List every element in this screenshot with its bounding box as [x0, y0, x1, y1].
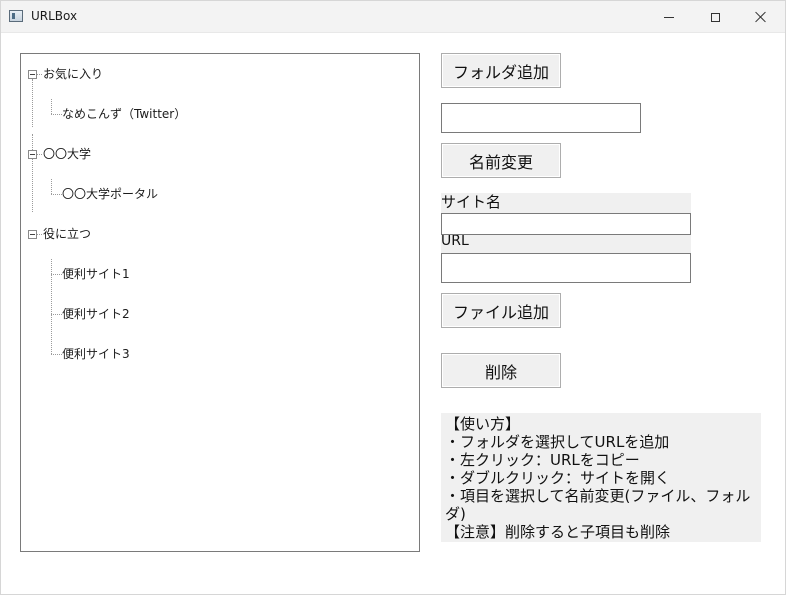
tree-connector: [51, 114, 62, 115]
window-title: URLBox: [31, 9, 78, 23]
tree-item-useful-site-2[interactable]: 便利サイト2: [62, 307, 130, 321]
site-name-input[interactable]: [441, 213, 691, 235]
rename-button[interactable]: 名前変更: [441, 143, 561, 178]
help-warning-delete: 【注意】削除すると子項目も削除: [445, 523, 671, 541]
tree-item-useful-site-1[interactable]: 便利サイト1: [62, 267, 130, 281]
maximize-icon: [710, 12, 720, 22]
minimize-icon: [664, 16, 674, 18]
collapse-icon[interactable]: [28, 70, 37, 79]
tree-connector: [51, 274, 62, 275]
tree-folder-favorites[interactable]: お気に入り: [43, 67, 103, 81]
delete-button[interactable]: 削除: [441, 353, 561, 388]
tree-connector: [32, 134, 33, 212]
tree-connector: [37, 154, 42, 155]
tree-folder-useful[interactable]: 役に立つ: [43, 227, 91, 241]
tree-connector: [32, 79, 33, 127]
add-folder-button[interactable]: フォルダ追加: [441, 53, 561, 88]
tree-connector: [51, 194, 62, 195]
tree-connector: [51, 179, 52, 194]
url-label: URL: [441, 235, 691, 253]
tree-connector: [51, 354, 62, 355]
minimize-button[interactable]: [646, 1, 692, 33]
close-button[interactable]: [738, 1, 784, 33]
tree-folder-university[interactable]: 〇〇大学: [43, 147, 91, 161]
help-text-panel: 【使い方】 ・フォルダを選択してURLを追加 ・左クリック：URLをコピー ・ダ…: [441, 413, 761, 542]
url-input[interactable]: [441, 253, 691, 283]
rename-input[interactable]: [441, 103, 641, 133]
tree-connector: [51, 99, 52, 114]
tree-item-useful-site-3[interactable]: 便利サイト3: [62, 347, 130, 361]
tree-item-university-portal[interactable]: 〇〇大学ポータル: [62, 187, 158, 201]
collapse-icon[interactable]: [28, 150, 37, 159]
tree-connector: [37, 74, 42, 75]
help-line-double-click: ・ダブルクリック：サイトを開く: [445, 469, 671, 487]
tree-connector: [51, 314, 62, 315]
title-bar[interactable]: URLBox: [1, 1, 785, 33]
add-file-button[interactable]: ファイル追加: [441, 293, 561, 328]
app-window: URLBox お気に入り なめこんず（Twitter） 〇〇大学 〇〇大学ポータ…: [0, 0, 786, 595]
close-icon: [755, 11, 767, 23]
tree-connector: [37, 234, 42, 235]
help-line-left-click: ・左クリック：URLをコピー: [445, 451, 640, 469]
site-name-label: サイト名: [441, 193, 691, 214]
maximize-button[interactable]: [692, 1, 738, 33]
collapse-icon[interactable]: [28, 230, 37, 239]
app-icon: [9, 10, 23, 22]
help-heading-usage: 【使い方】: [445, 415, 521, 433]
url-tree-view[interactable]: お気に入り なめこんず（Twitter） 〇〇大学 〇〇大学ポータル 役に立つ …: [20, 53, 420, 552]
help-line-rename: ・項目を選択して名前変更(ファイル、フォルダ): [445, 487, 751, 523]
help-line-add-url: ・フォルダを選択してURLを追加: [445, 433, 670, 451]
tree-item-namekonz-twitter[interactable]: なめこんず（Twitter）: [62, 107, 186, 121]
